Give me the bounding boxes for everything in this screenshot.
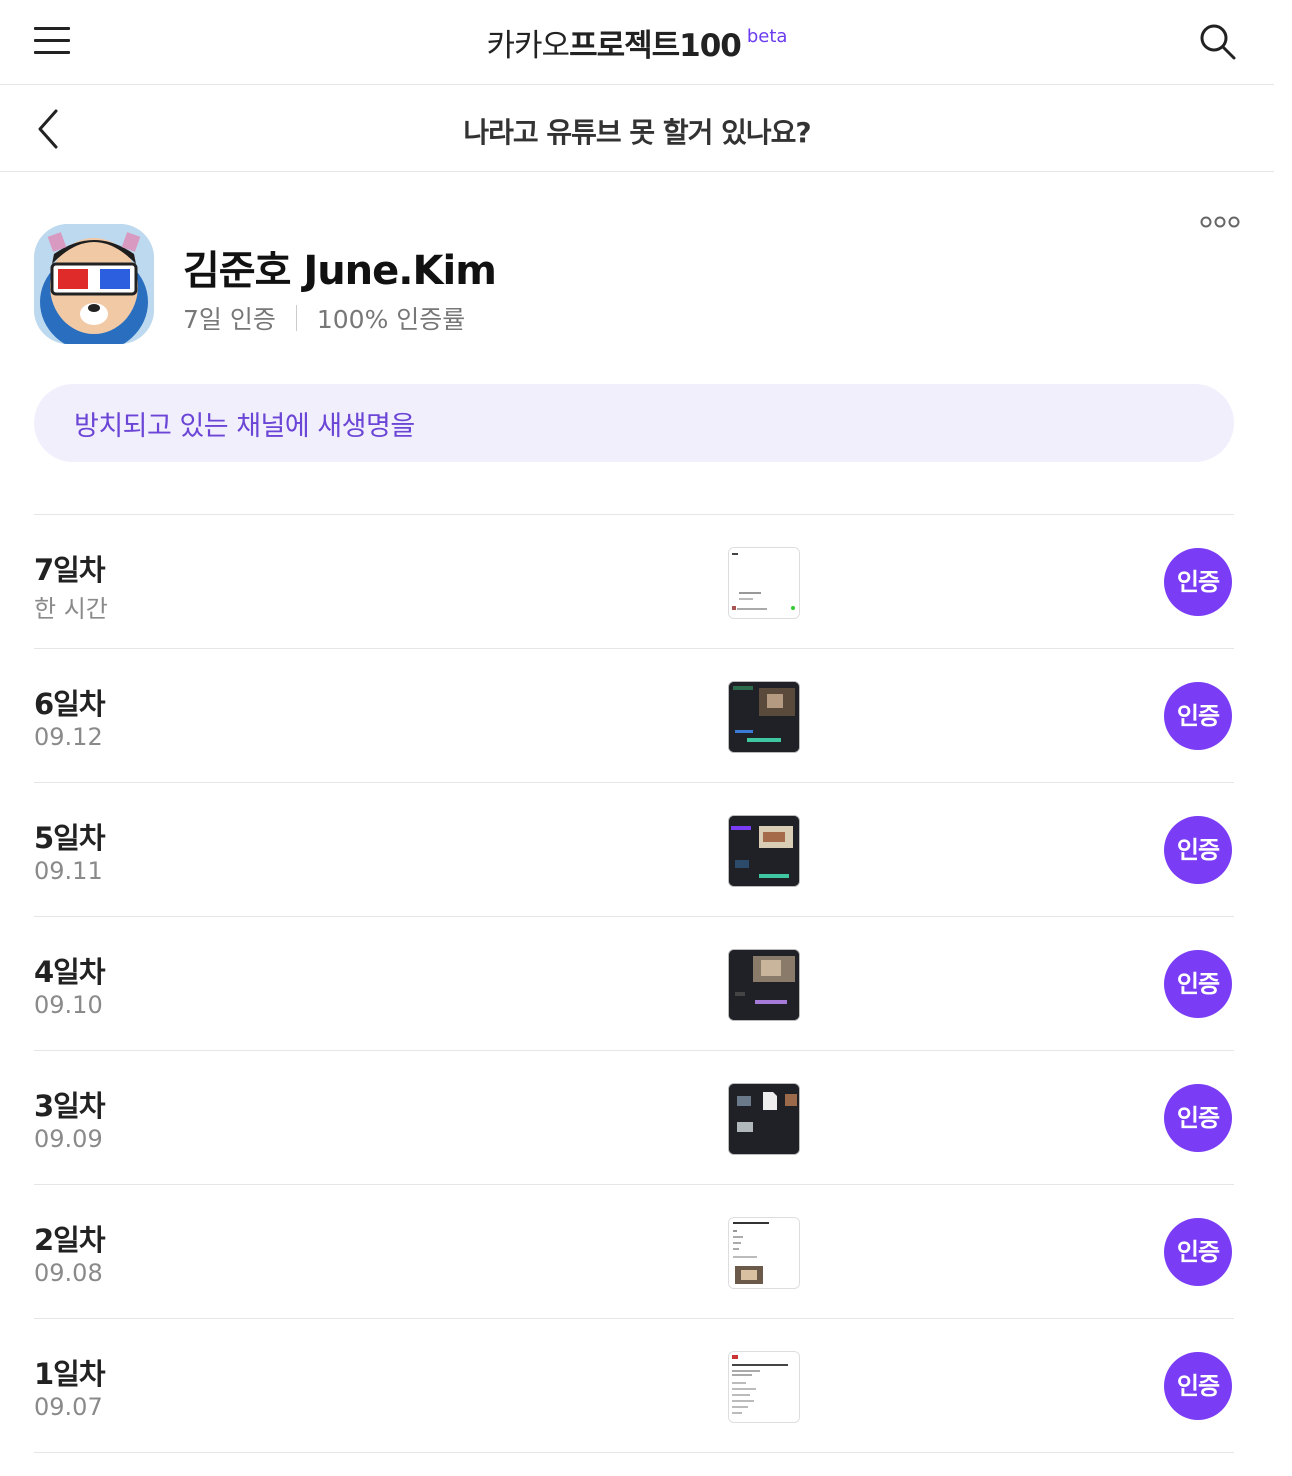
certified-badge[interactable]: 인증 [1164, 1352, 1232, 1420]
user-name: 김준호 June.Kim [183, 248, 497, 294]
list-item[interactable]: 3일차 09.09 인증 [34, 1051, 1234, 1185]
date-label: 한 시간 [34, 595, 108, 623]
date-label: 09.09 [34, 1125, 103, 1153]
day-label: 4일차 [34, 955, 106, 989]
sub-header: 나라고 유튜브 못 할거 있나요? [0, 85, 1274, 172]
certification-list: 7일차 한 시간 인증 6일차 09.12 인증 5일차 09.11 인증 4일… [34, 514, 1234, 1453]
day-label: 7일차 [34, 553, 106, 587]
thumbnail-image[interactable] [728, 547, 800, 619]
date-label: 09.10 [34, 991, 103, 1019]
certification-rate: 100% 인증률 [316, 305, 466, 334]
thumbnail-image[interactable] [728, 1351, 800, 1423]
date-label: 09.07 [34, 1393, 103, 1421]
app-logo[interactable]: 카카오프로젝트100 beta [0, 20, 1274, 65]
list-item[interactable]: 1일차 09.07 인증 [34, 1319, 1234, 1453]
goal-text: 방치되고 있는 채널에 새생명을 [74, 411, 415, 442]
avatar[interactable] [34, 224, 154, 344]
thumbnail-image[interactable] [728, 1083, 800, 1155]
search-icon[interactable] [1198, 22, 1238, 62]
thumbnail-image[interactable] [728, 949, 800, 1021]
date-label: 09.08 [34, 1259, 103, 1287]
app-frame: 카카오프로젝트100 beta 나라고 유튜브 못 할거 있나요? 김준호 Ju… [0, 0, 1274, 1476]
more-dots-icon[interactable] [1200, 214, 1240, 228]
project-title: 나라고 유튜브 못 할거 있나요? [463, 116, 811, 149]
day-label: 5일차 [34, 821, 106, 855]
date-label: 09.12 [34, 723, 103, 751]
thumbnail-image[interactable] [728, 681, 800, 753]
certified-badge[interactable]: 인증 [1164, 682, 1232, 750]
list-item[interactable]: 5일차 09.11 인증 [34, 783, 1234, 917]
date-label: 09.11 [34, 857, 103, 885]
logo-project100: 프로젝트100 [569, 28, 742, 64]
thumbnail-image[interactable] [728, 1217, 800, 1289]
list-item[interactable]: 6일차 09.12 인증 [34, 649, 1234, 783]
stats-divider [295, 305, 297, 331]
day-label: 3일차 [34, 1089, 106, 1123]
top-header: 카카오프로젝트100 beta [0, 0, 1274, 85]
day-label: 2일차 [34, 1223, 106, 1257]
certified-badge[interactable]: 인증 [1164, 548, 1232, 616]
list-item[interactable]: 4일차 09.10 인증 [34, 917, 1234, 1051]
profile-section: 김준호 June.Kim 7일 인증 100% 인증률 [0, 172, 1274, 384]
certified-badge[interactable]: 인증 [1164, 950, 1232, 1018]
days-certified: 7일 인증 [183, 305, 276, 334]
logo-kakao: 카카오 [486, 28, 571, 64]
thumbnail-image[interactable] [728, 815, 800, 887]
goal-banner: 방치되고 있는 채널에 새생명을 [34, 384, 1234, 462]
user-stats: 7일 인증 100% 인증률 [183, 300, 465, 336]
list-item[interactable]: 7일차 한 시간 인증 [34, 515, 1234, 649]
day-label: 1일차 [34, 1357, 106, 1391]
certified-badge[interactable]: 인증 [1164, 1218, 1232, 1286]
certified-badge[interactable]: 인증 [1164, 1084, 1232, 1152]
certified-badge[interactable]: 인증 [1164, 816, 1232, 884]
day-label: 6일차 [34, 687, 106, 721]
list-item[interactable]: 2일차 09.08 인증 [34, 1185, 1234, 1319]
beta-label: beta [746, 26, 788, 47]
